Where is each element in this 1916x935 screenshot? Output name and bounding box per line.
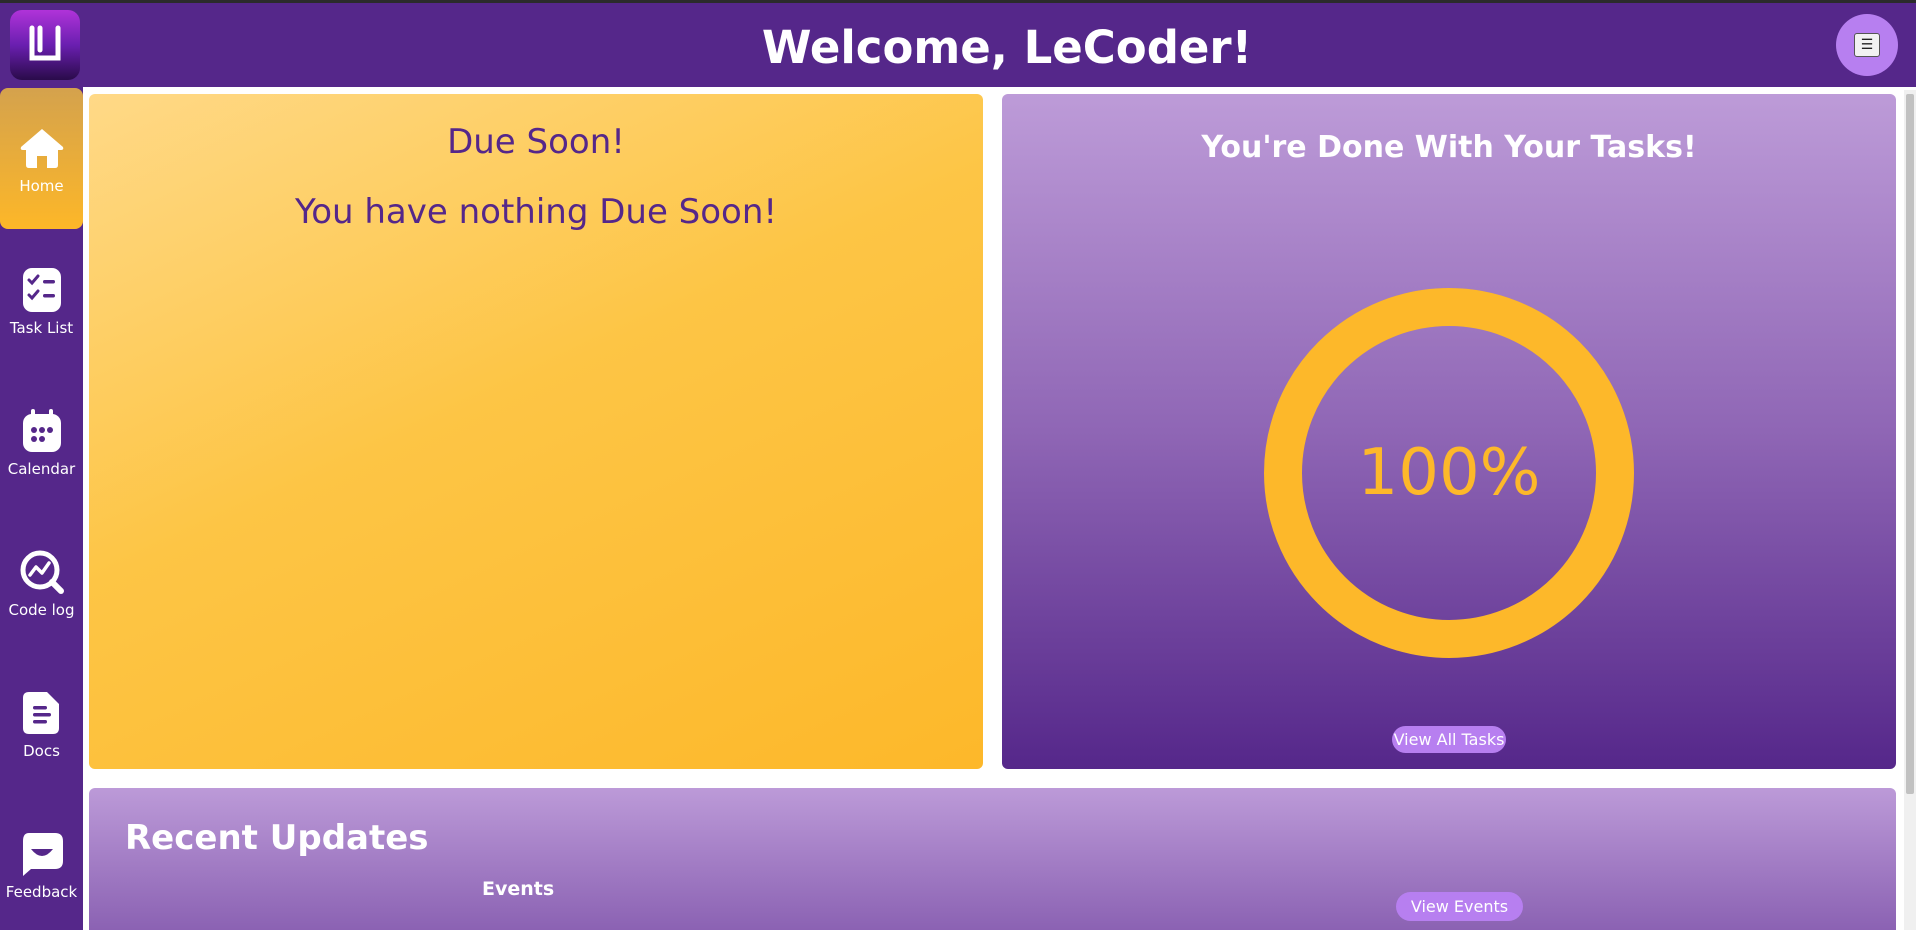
- feedback-icon: [22, 832, 63, 876]
- menu-button[interactable]: ☰: [1836, 14, 1898, 76]
- sidebar-item-calendar[interactable]: Calendar: [0, 371, 83, 512]
- tasks-progress-title: You're Done With Your Tasks!: [1201, 130, 1697, 165]
- due-soon-title: Due Soon!: [447, 122, 625, 162]
- sidebar-item-label: Code log: [8, 600, 75, 619]
- sidebar-item-label: Home: [19, 176, 64, 195]
- sidebar-item-code-log[interactable]: Code log: [0, 512, 83, 653]
- sidebar-item-task-list[interactable]: Task List: [0, 230, 83, 371]
- page-scrollbar[interactable]: [1904, 90, 1916, 930]
- sidebar-item-home[interactable]: Home: [0, 88, 83, 229]
- sidebar-item-label: Calendar: [7, 459, 76, 478]
- recent-updates-card: Recent Updates Events View Events: [89, 788, 1896, 930]
- scrollbar-thumb[interactable]: [1906, 94, 1914, 794]
- view-all-tasks-button[interactable]: View All Tasks: [1392, 726, 1506, 753]
- task-list-icon: [22, 267, 61, 312]
- menu-icon: ☰: [1854, 33, 1880, 57]
- home-icon: [20, 128, 63, 168]
- sidebar-item-docs[interactable]: Docs: [0, 653, 83, 794]
- sidebar-item-label: Task List: [9, 318, 74, 337]
- sidebar-item-label: Docs: [23, 741, 60, 760]
- view-events-button[interactable]: View Events: [1396, 892, 1523, 921]
- docs-icon: [22, 691, 59, 734]
- app-header: Welcome, LeCoder! ☰: [0, 3, 1916, 87]
- tasks-progress-card: You're Done With Your Tasks! 100% View A…: [1002, 94, 1896, 769]
- due-soon-card: Due Soon! You have nothing Due Soon!: [89, 94, 983, 769]
- due-soon-message: You have nothing Due Soon!: [294, 192, 778, 232]
- sidebar: Home Task List Calendar Code log Docs Fe…: [0, 87, 83, 930]
- sidebar-item-feedback[interactable]: Feedback: [0, 794, 83, 935]
- code-log-icon: [20, 550, 64, 594]
- page-title: Welcome, LeCoder!: [761, 21, 1253, 74]
- progress-percent: 100%: [1357, 436, 1541, 510]
- recent-updates-title: Recent Updates: [125, 818, 429, 858]
- calendar-icon: [22, 408, 61, 452]
- sidebar-item-label: Feedback: [5, 882, 78, 901]
- events-label: Events: [482, 878, 555, 900]
